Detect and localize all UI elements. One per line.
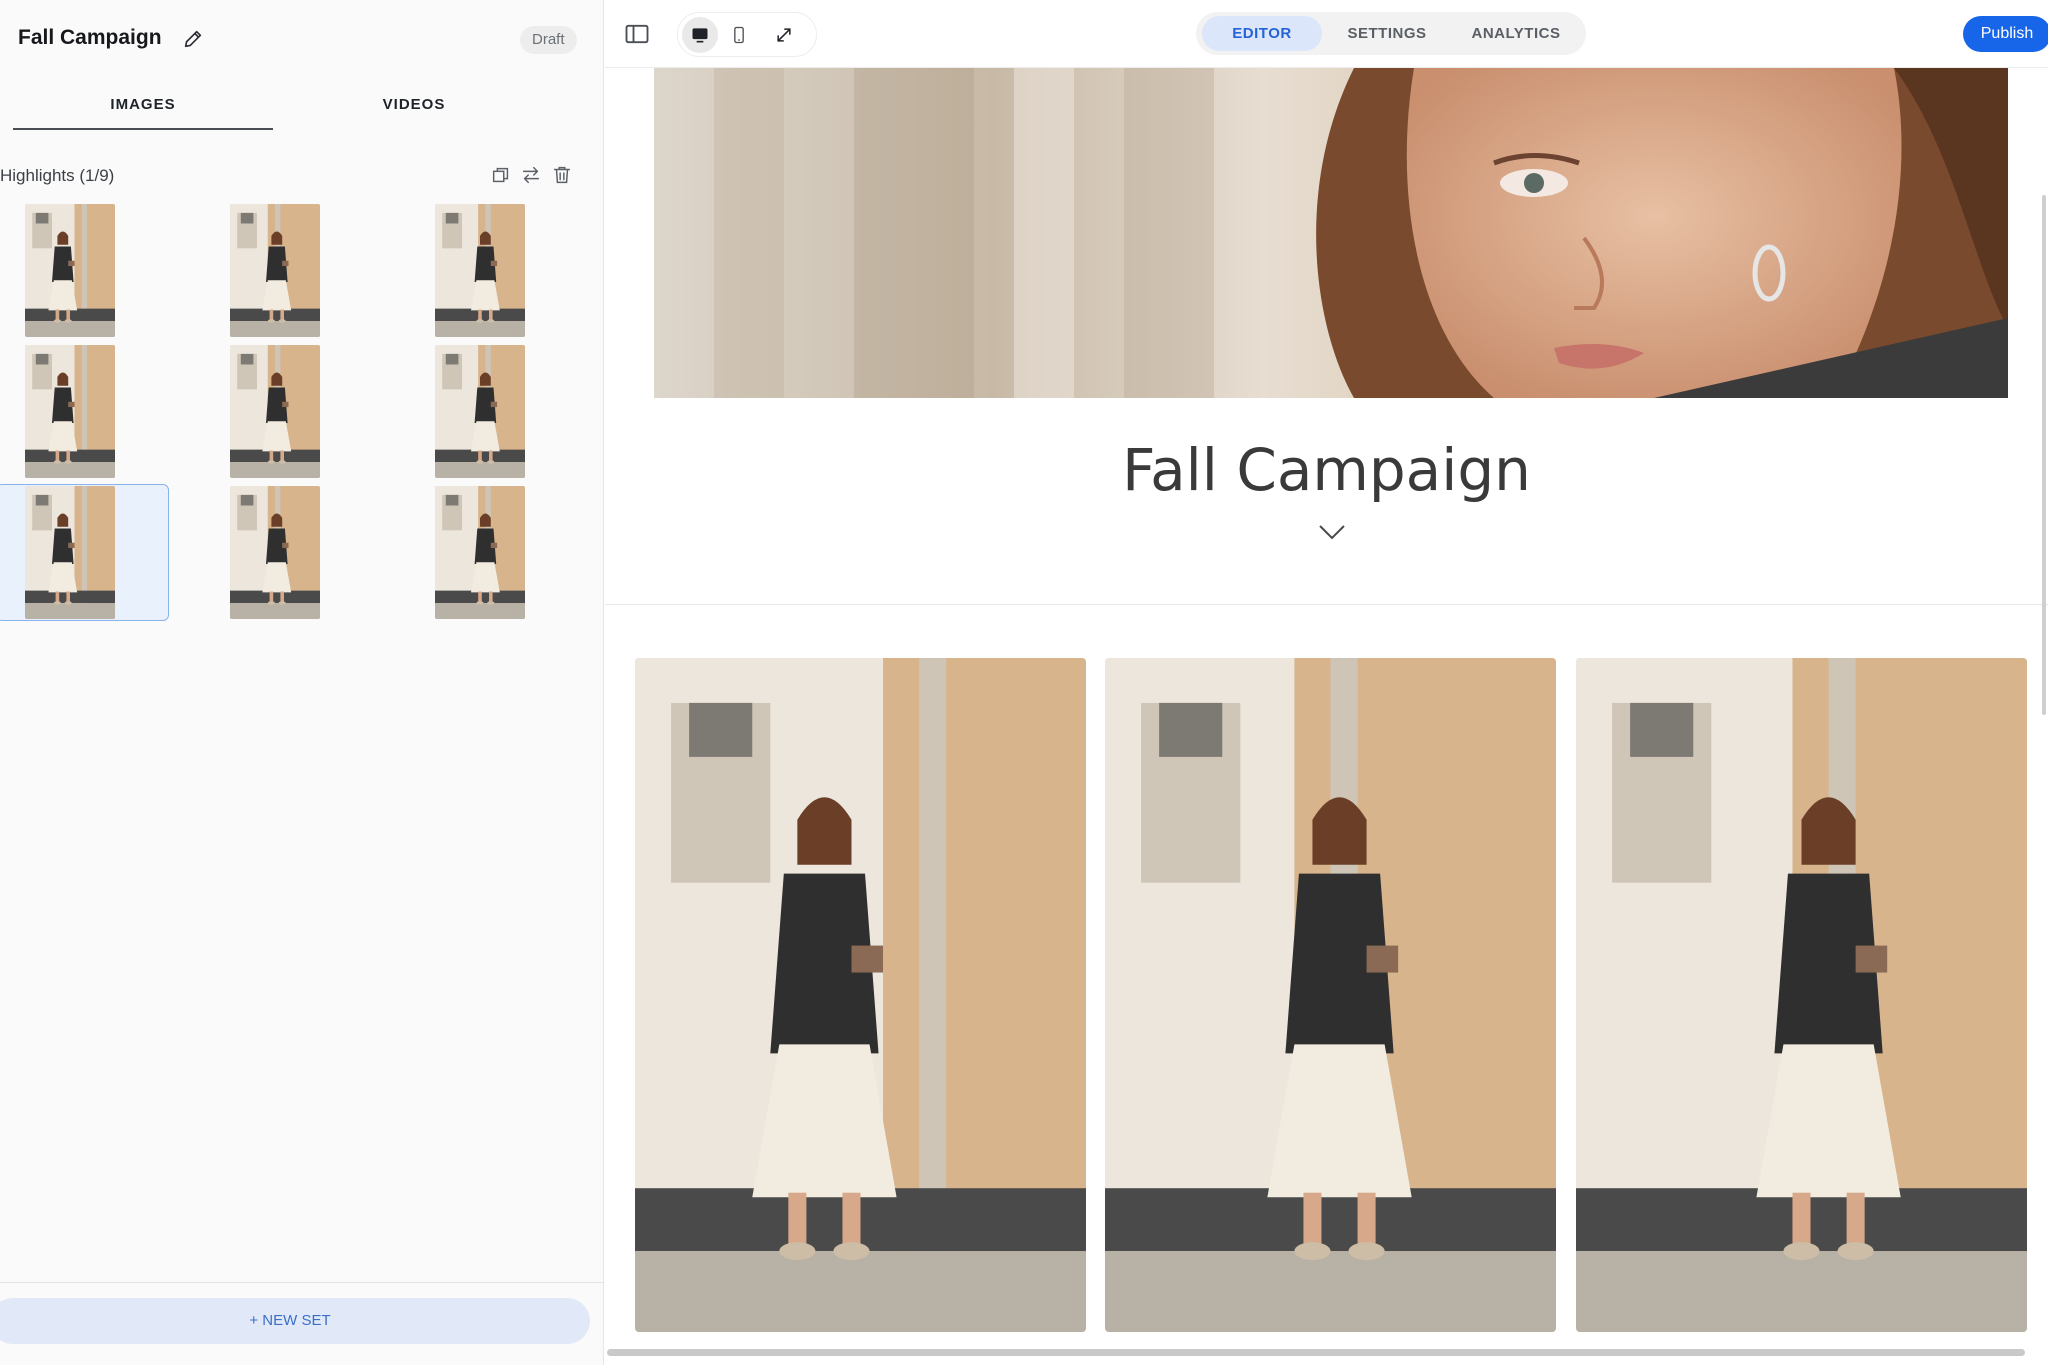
horizontal-scrollbar[interactable] (607, 1349, 2025, 1356)
pencil-icon[interactable] (182, 28, 204, 50)
tab-videos[interactable]: VIDEOS (284, 96, 544, 130)
thumbnail[interactable] (435, 204, 525, 337)
duplicate-icon[interactable] (490, 164, 512, 186)
gallery-photo[interactable] (1576, 658, 2027, 1332)
thumbnail[interactable] (25, 204, 115, 337)
thumbnail[interactable] (230, 486, 320, 619)
gallery-photo[interactable] (1105, 658, 1556, 1332)
app-root: Fall Campaign Draft IMAGES VIDEOS Highli… (0, 0, 2048, 1365)
thumbnail[interactable] (230, 345, 320, 478)
desktop-icon[interactable] (690, 25, 710, 45)
section-divider (605, 604, 2048, 605)
page-heading[interactable]: Fall Campaign (605, 436, 2048, 504)
thumbnail[interactable] (435, 345, 525, 478)
thumbnail[interactable] (230, 204, 320, 337)
thumbnail[interactable] (25, 345, 115, 478)
status-badge: Draft (520, 26, 577, 54)
tab-images[interactable]: IMAGES (13, 96, 273, 130)
mode-tabs: EDITOR SETTINGS ANALYTICS (1196, 12, 1586, 55)
gallery-photo[interactable] (635, 658, 1086, 1332)
device-switcher (677, 12, 817, 57)
publish-button[interactable]: Publish (1963, 16, 2048, 52)
set-label: Highlights (1/9) (0, 166, 115, 185)
vertical-scrollbar[interactable] (2042, 195, 2046, 715)
expand-icon[interactable] (774, 25, 794, 45)
trash-icon[interactable] (551, 164, 573, 186)
sidebar-toggle-icon[interactable] (623, 20, 651, 48)
top-bar: EDITOR SETTINGS ANALYTICS Publish (605, 0, 2048, 68)
thumbnail[interactable] (435, 486, 525, 619)
hero-image[interactable] (654, 68, 2008, 398)
page-canvas: Fall Campaign (605, 68, 2048, 1353)
mobile-icon[interactable] (729, 25, 749, 45)
tab-analytics[interactable]: ANALYTICS (1452, 16, 1580, 51)
tab-settings[interactable]: SETTINGS (1327, 16, 1447, 51)
swap-icon[interactable] (520, 164, 542, 186)
chevron-down-icon[interactable] (1318, 523, 1346, 541)
footer-divider (0, 1282, 604, 1283)
project-title: Fall Campaign (18, 26, 162, 49)
new-set-button[interactable]: + NEW SET (0, 1298, 590, 1344)
left-panel: Fall Campaign Draft IMAGES VIDEOS Highli… (0, 0, 604, 1365)
thumbnail-selected[interactable] (25, 486, 115, 619)
tab-editor[interactable]: EDITOR (1202, 16, 1322, 51)
